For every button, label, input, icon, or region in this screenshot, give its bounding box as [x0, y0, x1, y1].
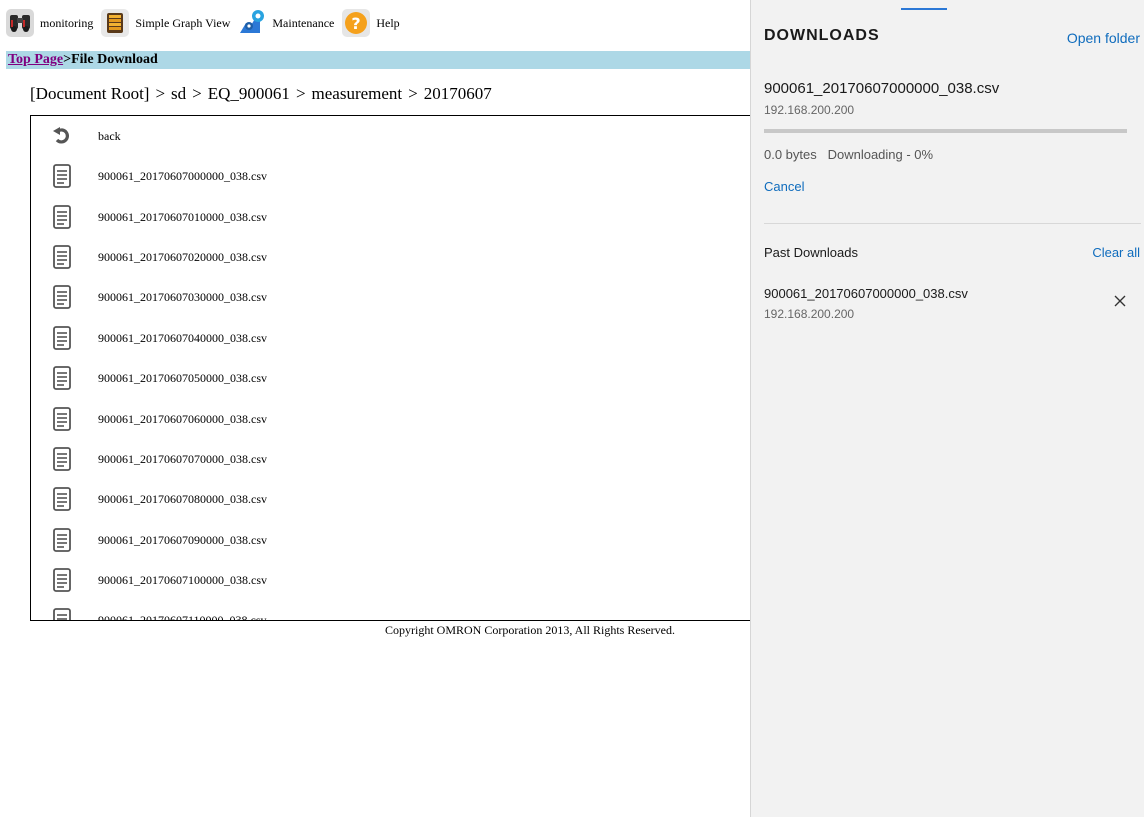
path-separator: >	[408, 84, 418, 103]
back-row[interactable]: back	[51, 121, 121, 151]
downloads-panel: DOWNLOADS Open folder 900061_20170607000…	[750, 0, 1144, 817]
path-separator: >	[192, 84, 202, 103]
document-icon	[51, 163, 73, 189]
file-row[interactable]: 900061_20170607110000_038.csv	[51, 605, 267, 621]
file-list[interactable]: back 900061_20170607000000_038.csv 90006…	[30, 115, 752, 621]
downloads-title: DOWNLOADS	[764, 27, 880, 44]
file-row[interactable]: 900061_20170607090000_038.csv	[51, 525, 267, 555]
directory-path: [Document Root] > sd > EQ_900061 > measurement…	[30, 84, 492, 104]
back-label: back	[98, 128, 121, 143]
download-status: 0.0 bytes Downloading - 0%	[764, 147, 934, 162]
file-name: 900061_20170607070000_038.csv	[98, 451, 267, 466]
current-download-filename[interactable]: 900061_20170607000000_038.csv	[764, 80, 999, 97]
back-arrow-icon	[51, 123, 73, 149]
toolbar-maintenance[interactable]: Maintenance	[238, 9, 334, 37]
file-row[interactable]: 900061_20170607000000_038.csv	[51, 161, 267, 191]
path-root: [Document Root]	[30, 84, 150, 103]
file-row[interactable]: 900061_20170607070000_038.csv	[51, 444, 267, 474]
breadcrumb: Top Page>File Download	[6, 51, 750, 69]
file-name: 900061_20170607100000_038.csv	[98, 572, 267, 587]
panel-accent-line	[901, 8, 947, 10]
graph-view-icon	[101, 9, 130, 37]
panel-divider	[764, 223, 1141, 224]
file-name: 900061_20170607090000_038.csv	[98, 532, 267, 547]
document-icon	[51, 607, 73, 620]
cancel-download-link[interactable]: Cancel	[764, 179, 804, 194]
document-icon	[51, 527, 73, 553]
document-icon	[51, 325, 73, 351]
file-name: 900061_20170607050000_038.csv	[98, 370, 267, 385]
file-row[interactable]: 900061_20170607040000_038.csv	[51, 323, 267, 353]
breadcrumb-separator: >	[63, 52, 72, 67]
toolbar: monitoring Simple Graph View Maintenance…	[6, 8, 408, 38]
file-name: 900061_20170607060000_038.csv	[98, 411, 267, 426]
past-download-host: 192.168.200.200	[764, 307, 855, 321]
document-icon	[51, 406, 73, 432]
path-separator: >	[155, 84, 166, 103]
copyright-text: Copyright OMRON Corporation 2013, All Ri…	[385, 623, 675, 637]
file-name: 900061_20170607110000_038.csv	[98, 612, 267, 621]
file-row[interactable]: 900061_20170607060000_038.csv	[51, 404, 267, 434]
file-row[interactable]: 900061_20170607050000_038.csv	[51, 363, 267, 393]
current-download-host: 192.168.200.200	[764, 103, 855, 117]
toolbar-monitoring-label: monitoring	[40, 15, 94, 30]
toolbar-maintenance-label: Maintenance	[272, 15, 335, 30]
close-icon[interactable]	[1112, 293, 1128, 309]
breadcrumb-current: File Download	[71, 52, 158, 67]
file-row[interactable]: 900061_20170607010000_038.csv	[51, 202, 267, 232]
document-icon	[51, 365, 73, 391]
file-row[interactable]: 900061_20170607030000_038.csv	[51, 282, 267, 312]
document-icon	[51, 284, 73, 310]
toolbar-simple-graph-view-label: Simple Graph View	[135, 15, 231, 30]
toolbar-help[interactable]: ? Help	[342, 9, 400, 37]
svg-text:?: ?	[352, 14, 361, 33]
question-icon: ?	[342, 9, 371, 37]
file-name: 900061_20170607000000_038.csv	[98, 168, 267, 183]
document-icon	[51, 486, 73, 512]
document-icon	[51, 446, 73, 472]
file-download-page: monitoring Simple Graph View Maintenance…	[0, 0, 752, 817]
file-row[interactable]: 900061_20170607080000_038.csv	[51, 484, 267, 514]
past-download-filename[interactable]: 900061_20170607000000_038.csv	[764, 286, 968, 301]
path-segment-date: 20170607	[423, 84, 492, 103]
file-name: 900061_20170607080000_038.csv	[98, 491, 267, 506]
path-segment-sd: sd	[171, 84, 187, 103]
document-icon	[51, 244, 73, 270]
toolbar-simple-graph-view[interactable]: Simple Graph View	[101, 9, 230, 37]
path-separator: >	[295, 84, 306, 103]
document-icon	[51, 567, 73, 593]
toolbar-monitoring[interactable]: monitoring	[6, 9, 93, 37]
file-name: 900061_20170607010000_038.csv	[98, 209, 267, 224]
file-row[interactable]: 900061_20170607020000_038.csv	[51, 242, 267, 272]
file-row[interactable]: 900061_20170607100000_038.csv	[51, 565, 267, 595]
file-name: 900061_20170607040000_038.csv	[98, 330, 267, 345]
clear-all-link[interactable]: Clear all	[1092, 245, 1140, 260]
breadcrumb-top-page-link[interactable]: Top Page	[8, 52, 63, 67]
path-segment-equipment: EQ_900061	[207, 84, 290, 103]
file-name: 900061_20170607020000_038.csv	[98, 249, 267, 264]
gears-icon	[238, 9, 266, 37]
open-folder-link[interactable]: Open folder	[1067, 30, 1140, 46]
document-icon	[51, 204, 73, 230]
file-name: 900061_20170607030000_038.csv	[98, 289, 267, 304]
toolbar-help-label: Help	[376, 15, 400, 30]
binoculars-icon	[6, 9, 34, 37]
path-segment-measurement: measurement	[311, 84, 403, 103]
past-downloads-heading: Past Downloads	[764, 245, 858, 260]
download-progress-bar	[764, 129, 1127, 133]
